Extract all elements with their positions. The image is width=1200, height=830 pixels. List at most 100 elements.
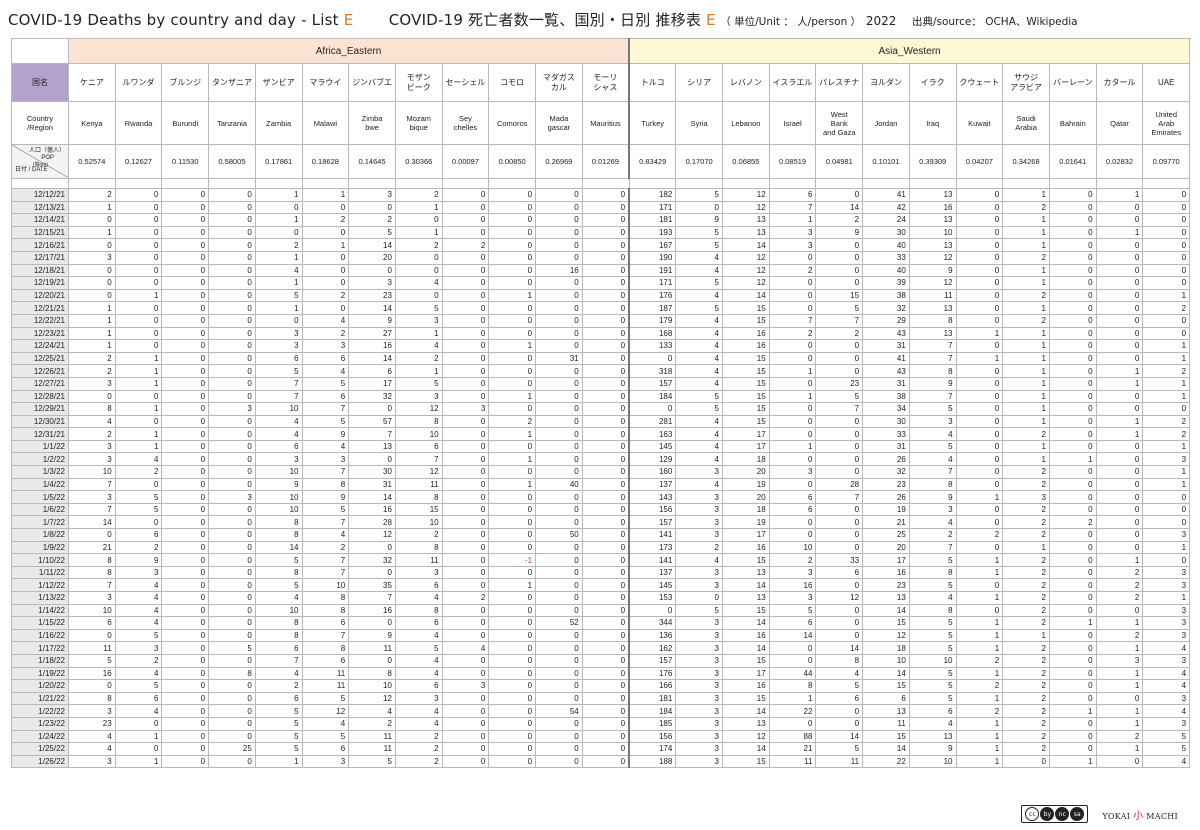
death-count-cell: 10: [348, 679, 396, 693]
death-count-cell: 3: [394, 565, 443, 580]
death-count-cell: 2: [1002, 641, 1050, 655]
death-count-cell: 14: [815, 200, 864, 215]
spacer-cell: [628, 178, 677, 189]
death-count-cell: 0: [581, 754, 631, 769]
spacer-cell: [815, 178, 864, 189]
death-count-cell: 0: [208, 326, 256, 341]
death-count-cell: 7: [68, 578, 116, 592]
death-count-cell: 2: [1002, 653, 1050, 668]
date-cell: 12/27/21: [11, 376, 69, 391]
death-count-cell: 3: [1142, 528, 1191, 542]
death-count-cell: 16: [722, 326, 770, 341]
death-count-cell: 4: [254, 427, 303, 441]
death-count-cell: 21: [68, 540, 116, 555]
date-cell: 1/8/22: [11, 528, 69, 542]
death-count-cell: 4: [348, 704, 396, 718]
death-count-cell: 141: [628, 553, 677, 567]
death-count-cell: 1: [1002, 213, 1050, 227]
death-count-cell: 0: [161, 666, 210, 681]
death-count-cell: 0: [68, 528, 116, 542]
death-count-cell: 5: [908, 616, 957, 630]
death-count-cell: 4: [675, 364, 723, 378]
death-count-cell: 1: [1048, 452, 1097, 467]
death-count-cell: 16: [348, 339, 396, 353]
population-value: 0.17070: [675, 144, 723, 179]
death-count-cell: 7: [815, 313, 864, 328]
death-count-cell: 0: [208, 276, 256, 290]
death-count-cell: 0: [161, 754, 210, 769]
spacer-cell: [394, 178, 443, 189]
death-count-cell: 12: [394, 402, 443, 416]
death-count-cell: 2: [1002, 704, 1050, 718]
death-count-cell: 1: [955, 742, 1004, 756]
death-count-cell: 0: [1095, 540, 1144, 555]
logo-text-b: 小: [1133, 810, 1144, 822]
death-count-cell: 14: [348, 490, 396, 504]
death-count-cell: 7: [301, 553, 350, 567]
death-count-cell: 0: [68, 238, 116, 252]
death-count-cell: 25: [208, 742, 256, 756]
death-count-cell: 7: [394, 452, 443, 467]
death-count-cell: 4: [114, 704, 163, 718]
death-count-cell: 31: [862, 376, 910, 391]
death-count-cell: 4: [675, 339, 723, 353]
death-count-cell: 1: [1002, 628, 1050, 643]
death-count-cell: 5: [675, 603, 723, 618]
death-count-cell: 4: [394, 716, 443, 731]
death-count-cell: 19: [722, 515, 770, 530]
death-count-cell: 15: [722, 376, 770, 391]
death-count-cell: 15: [722, 754, 770, 769]
date-label: 日付 / DATE: [15, 167, 48, 173]
death-count-cell: 0: [161, 364, 210, 378]
death-count-cell: 13: [722, 591, 770, 605]
death-count-cell: 44: [768, 666, 817, 681]
death-count-cell: 3: [1142, 628, 1191, 643]
death-count-cell: 6: [394, 578, 443, 592]
death-count-cell: 0: [535, 716, 583, 731]
death-count-cell: 4: [301, 716, 350, 731]
death-count-cell: 8: [68, 402, 116, 416]
death-count-cell: 0: [815, 339, 864, 353]
death-count-cell: 157: [628, 515, 677, 530]
death-count-cell: 0: [161, 250, 210, 265]
table-row: 12/23/21 1 0 0 0 3 2 27 1 0 0 0 0 168 4 16 2 2 43 13 1 1 0 0 0: [11, 326, 1191, 341]
table-row: 1/15/22 6 4 0 0 8 6 0 6 0 0 52 0 344 3 14 6 0 15 5 1 2 1 1 3: [11, 616, 1191, 630]
death-count-cell: 9: [908, 742, 957, 756]
death-count-cell: 0: [581, 653, 631, 668]
death-count-cell: 8: [254, 565, 303, 580]
death-count-cell: 0: [581, 351, 631, 366]
table-row: 1/8/22 0 6 0 0 8 4 12 2 0 0 50 0 141 3 17 0 0 25 2 2 2 0 0 3: [11, 528, 1191, 542]
death-count-cell: 4: [1142, 679, 1191, 693]
table-row: 1/19/22 16 4 0 8 4 11 8 4 0 0 0 0 176 3 17 44 4 14 5 1 2 0 1 4: [11, 666, 1191, 681]
death-count-cell: 0: [348, 402, 396, 416]
death-count-cell: 2: [394, 754, 443, 769]
death-count-cell: 0: [114, 313, 163, 328]
death-count-cell: 1: [68, 339, 116, 353]
death-count-cell: 141: [628, 528, 677, 542]
death-count-cell: 0: [1095, 603, 1144, 618]
death-count-cell: 0: [114, 326, 163, 341]
death-count-cell: 10: [908, 754, 957, 769]
death-count-cell: 0: [441, 716, 490, 731]
death-count-cell: 0: [441, 490, 490, 504]
death-count-cell: 0: [208, 313, 256, 328]
death-count-cell: 0: [535, 591, 583, 605]
death-count-cell: 4: [908, 452, 957, 467]
spacer-cell: [301, 178, 350, 189]
death-count-cell: 3: [675, 465, 723, 479]
death-count-cell: 6: [301, 351, 350, 366]
table-row: 12/30/21 4 0 0 0 4 5 57 8 0 2 0 0 281 4 15 0 0 30 3 0 1 0 1 2: [11, 414, 1191, 429]
death-count-cell: 1: [955, 691, 1004, 706]
death-count-cell: 2: [114, 653, 163, 668]
death-count-cell: 2: [68, 427, 116, 441]
death-count-cell: 0: [348, 452, 396, 467]
death-count-cell: 12: [722, 250, 770, 265]
country-en-label: Country /Region: [11, 101, 69, 145]
death-count-cell: 14: [768, 628, 817, 643]
death-count-cell: 8: [348, 666, 396, 681]
death-count-cell: 10: [68, 603, 116, 618]
death-count-cell: 0: [161, 452, 210, 467]
death-count-cell: 0: [488, 213, 537, 227]
death-count-cell: 4: [394, 653, 443, 668]
death-count-cell: 0: [535, 578, 583, 592]
